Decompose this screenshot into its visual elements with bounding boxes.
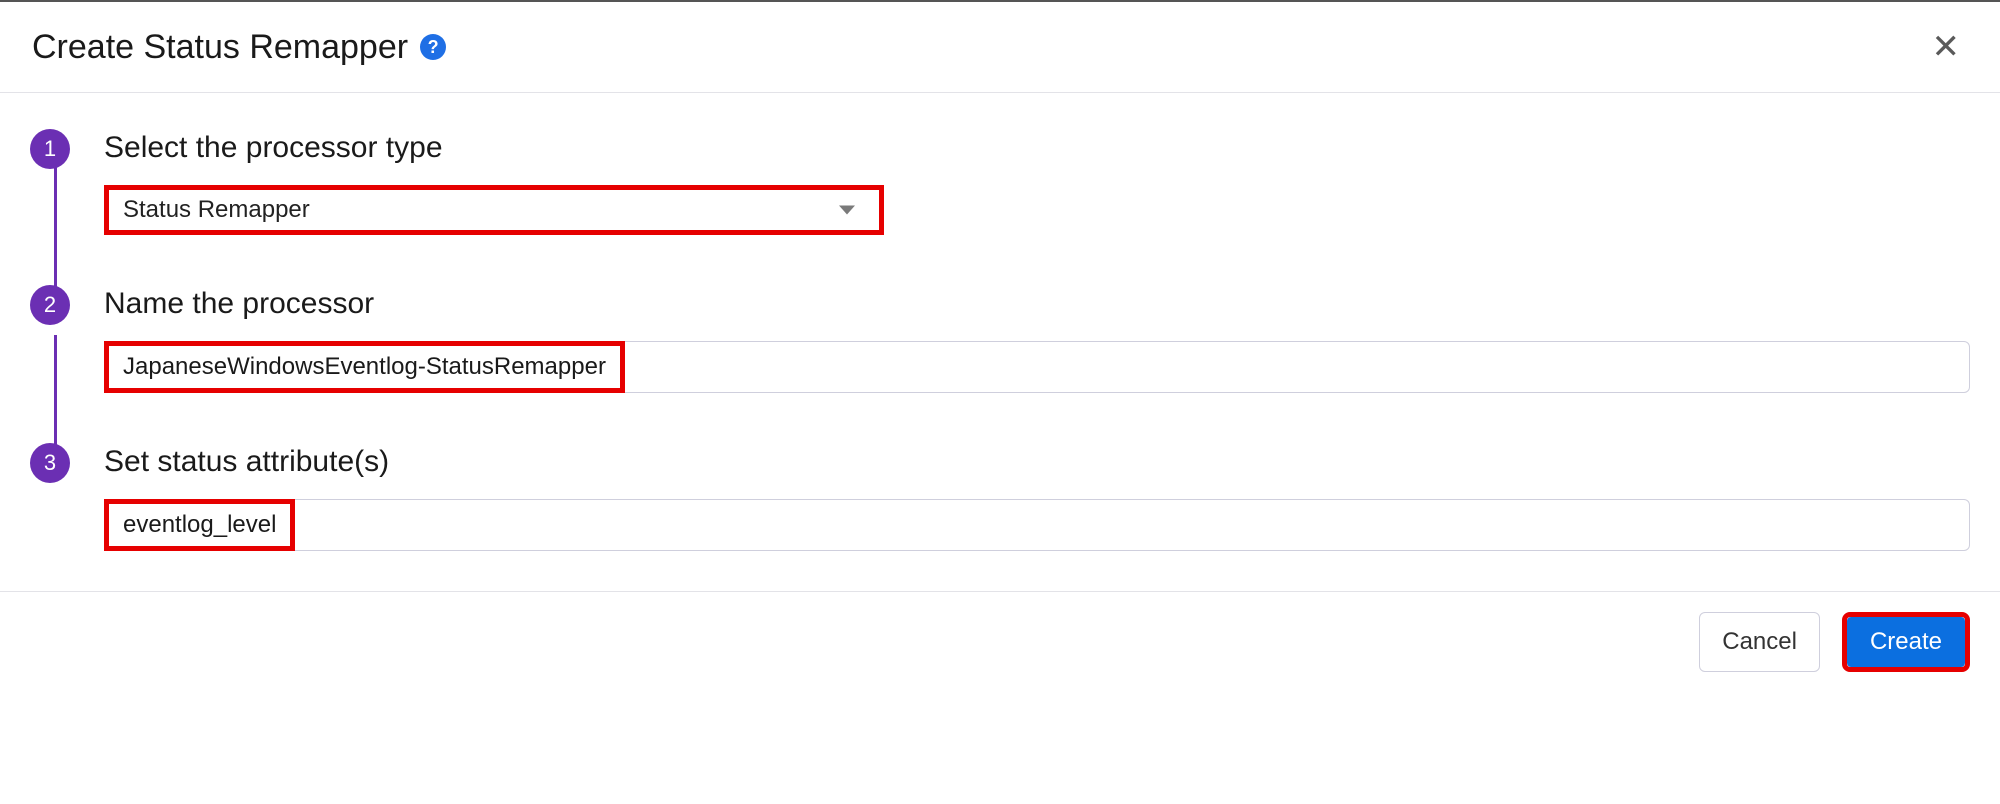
processor-name-field-remainder [625, 341, 1970, 393]
step-title: Set status attribute(s) [104, 445, 1970, 479]
create-status-remapper-modal: Create Status Remapper ? ✕ 1 Select the … [0, 0, 2000, 696]
step-connector [54, 165, 57, 305]
create-button[interactable]: Create [1847, 617, 1965, 667]
step-badge: 2 [30, 285, 70, 325]
create-button-highlight: Create [1842, 612, 1970, 672]
status-attribute-value: eventlog_level [104, 499, 295, 551]
cancel-button[interactable]: Cancel [1699, 612, 1820, 672]
processor-type-value: Status Remapper [123, 196, 310, 224]
step-badge: 1 [30, 129, 70, 169]
processor-name-input[interactable]: JapaneseWindowsEventlog-StatusRemapper [104, 341, 1970, 393]
step-title: Name the processor [104, 287, 1970, 321]
step-3: 3 Set status attribute(s) eventlog_level [30, 443, 1970, 551]
step-2: 2 Name the processor JapaneseWindowsEven… [30, 285, 1970, 393]
status-attribute-field-remainder [295, 499, 1970, 551]
help-icon[interactable]: ? [420, 34, 446, 60]
step-badge: 3 [30, 443, 70, 483]
modal-title: Create Status Remapper [32, 28, 408, 67]
modal-header: Create Status Remapper ? ✕ [0, 2, 2000, 93]
modal-title-wrap: Create Status Remapper ? [32, 28, 446, 67]
close-icon[interactable]: ✕ [1928, 26, 1965, 68]
modal-body: 1 Select the processor type Status Remap… [0, 93, 2000, 592]
status-attribute-input[interactable]: eventlog_level [104, 499, 1970, 551]
chevron-down-icon [839, 206, 855, 215]
step-content: Select the processor type Status Remappe… [104, 129, 1970, 235]
step-content: Name the processor JapaneseWindowsEventl… [104, 285, 1970, 393]
step-content: Set status attribute(s) eventlog_level [104, 443, 1970, 551]
step-1: 1 Select the processor type Status Remap… [30, 129, 1970, 235]
steps-container: 1 Select the processor type Status Remap… [30, 129, 1970, 551]
processor-name-value: JapaneseWindowsEventlog-StatusRemapper [104, 341, 625, 393]
modal-footer: Cancel Create [0, 592, 2000, 696]
processor-type-select[interactable]: Status Remapper [104, 185, 884, 235]
step-title: Select the processor type [104, 131, 1970, 165]
